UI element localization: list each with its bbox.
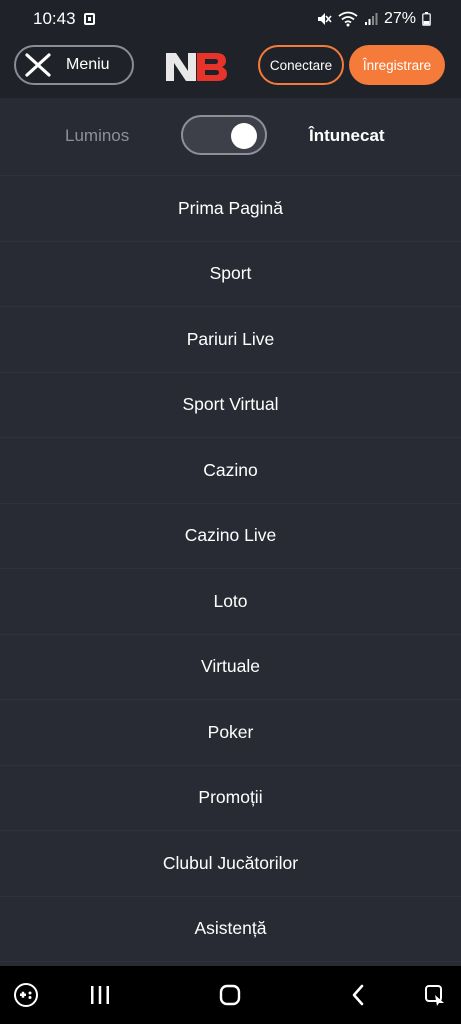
- menu-item-lotto[interactable]: Loto: [0, 569, 461, 635]
- menu-item-poker[interactable]: Poker: [0, 700, 461, 766]
- status-time: 10:43: [33, 9, 76, 28]
- menu-item-live-betting[interactable]: Pariuri Live: [0, 307, 461, 373]
- toggle-knob: [231, 123, 257, 149]
- menu-item-casino[interactable]: Cazino: [0, 438, 461, 504]
- system-nav-bar: [0, 966, 461, 1024]
- menu-close-button[interactable]: Meniu: [14, 45, 134, 85]
- battery-icon: [422, 12, 431, 26]
- wifi-icon: [338, 11, 358, 27]
- login-button[interactable]: Conectare: [258, 45, 344, 85]
- main-menu: Prima Pagină Sport Pariuri Live Sport Vi…: [0, 176, 461, 962]
- theme-switcher: Luminos Întunecat: [0, 98, 461, 176]
- brand-logo[interactable]: [164, 51, 228, 83]
- game-launcher-icon[interactable]: [12, 982, 40, 1008]
- signal-icon: [364, 13, 378, 25]
- status-bar: 10:43 27%: [0, 0, 461, 38]
- notification-icon: [83, 13, 95, 25]
- register-button[interactable]: Înregistrare: [349, 45, 445, 85]
- theme-dark-label[interactable]: Întunecat: [309, 126, 385, 146]
- recent-apps-icon[interactable]: [88, 982, 112, 1008]
- menu-label: Meniu: [66, 56, 110, 73]
- menu-item-home[interactable]: Prima Pagină: [0, 176, 461, 242]
- theme-light-label[interactable]: Luminos: [65, 126, 129, 146]
- menu-item-promotions[interactable]: Promoții: [0, 766, 461, 831]
- app-header: Meniu Conectare Înregistrare: [0, 38, 461, 98]
- battery-percent: 27%: [383, 10, 416, 27]
- assistant-icon[interactable]: [422, 982, 448, 1008]
- status-icons: 27%: [316, 10, 431, 28]
- menu-item-players-club[interactable]: Clubul Jucătorilor: [0, 831, 461, 897]
- home-icon[interactable]: [217, 982, 243, 1008]
- theme-toggle[interactable]: [181, 115, 267, 155]
- menu-item-virtuals[interactable]: Virtuale: [0, 635, 461, 700]
- menu-item-support[interactable]: Asistență: [0, 897, 461, 962]
- back-icon[interactable]: [348, 982, 368, 1008]
- menu-item-virtual-sport[interactable]: Sport Virtual: [0, 373, 461, 438]
- close-icon: [25, 53, 51, 77]
- menu-item-live-casino[interactable]: Cazino Live: [0, 504, 461, 569]
- nb-logo-mark: [166, 53, 227, 81]
- mute-icon: [317, 13, 332, 25]
- menu-item-sport[interactable]: Sport: [0, 242, 461, 307]
